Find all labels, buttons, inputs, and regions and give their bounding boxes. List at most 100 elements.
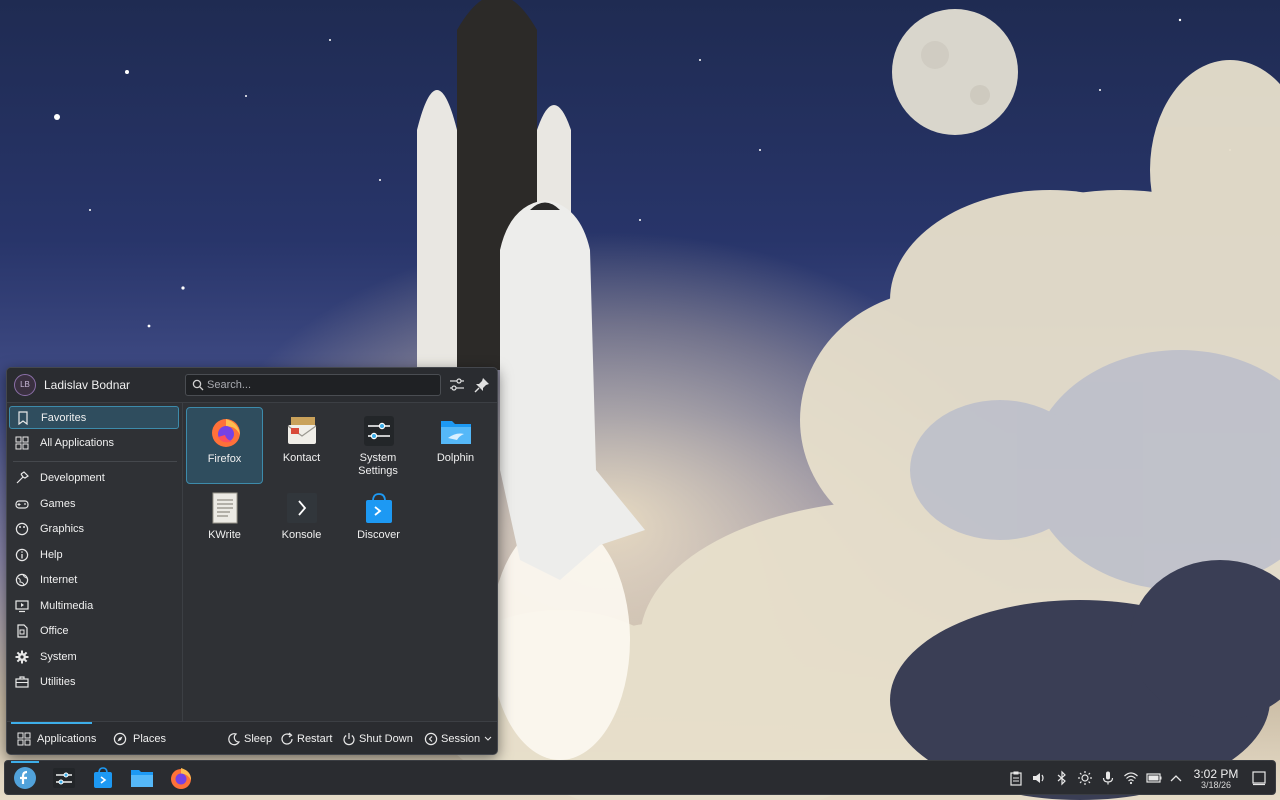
- sidebar-item-label: Games: [40, 498, 76, 510]
- sidebar-item-office[interactable]: Office: [9, 620, 179, 643]
- microphone-icon[interactable]: [1100, 770, 1116, 786]
- clock-date[interactable]: 3/18/26: [1191, 780, 1241, 790]
- sidebar-item-label: Favorites: [41, 412, 87, 424]
- app-label: System Settings: [358, 452, 398, 477]
- app-label: Kontact: [282, 452, 321, 464]
- shopping-bag-icon: [366, 493, 392, 523]
- restart-icon: [281, 732, 293, 745]
- taskbar-discover[interactable]: [85, 761, 121, 794]
- tab-applications[interactable]: Applications: [11, 722, 96, 754]
- chevron-down-icon: [484, 736, 492, 741]
- wifi-icon[interactable]: [1123, 770, 1139, 786]
- launcher-button[interactable]: [7, 761, 43, 794]
- sidebar-item-label: Development: [40, 472, 105, 484]
- tab-places[interactable]: Places: [107, 722, 169, 754]
- app-label: KWrite: [208, 529, 241, 541]
- taskbar-system-settings[interactable]: [46, 761, 82, 794]
- moon-icon: [228, 733, 241, 746]
- brightness-icon[interactable]: [1077, 770, 1093, 786]
- app-system-settings[interactable]: System Settings: [340, 407, 417, 484]
- button-label: Sleep: [244, 733, 273, 745]
- grid-icon: [17, 732, 31, 746]
- sidebar-item-favorites[interactable]: Favorites: [9, 406, 179, 429]
- sidebar-item-label: Help: [40, 549, 63, 561]
- chevron-up-icon[interactable]: [1168, 770, 1184, 786]
- sidebar-item-games[interactable]: Games: [9, 493, 179, 516]
- pin-icon[interactable]: [473, 376, 491, 394]
- clock-time[interactable]: 3:02 PM: [1191, 767, 1241, 781]
- tab-label: Places: [133, 733, 167, 745]
- chevron-left-circle-icon: [424, 732, 438, 746]
- button-label: Session: [441, 733, 481, 745]
- bluetooth-icon[interactable]: [1054, 770, 1070, 786]
- sidebar-item-label: Office: [40, 625, 69, 637]
- sleep-button[interactable]: Sleep: [227, 722, 277, 754]
- app-firefox[interactable]: Firefox: [186, 407, 263, 484]
- app-kontact[interactable]: Kontact: [263, 407, 340, 484]
- power-icon: [343, 733, 355, 746]
- sidebar-item-label: Multimedia: [40, 600, 94, 612]
- button-label: Shut Down: [359, 733, 413, 745]
- sidebar-item-system[interactable]: System: [9, 646, 179, 669]
- sidebar-item-label: Graphics: [40, 523, 85, 535]
- battery-icon[interactable]: [1146, 770, 1162, 786]
- compass-icon: [113, 732, 127, 746]
- launcher-footer: Applications Places Sleep Restart Shut D…: [7, 721, 497, 754]
- sidebar-item-help[interactable]: Help: [9, 544, 179, 567]
- text-editor-icon: [212, 492, 238, 524]
- system-settings-icon: [53, 768, 75, 788]
- category-sidebar: Favorites All Applications Development G…: [7, 403, 183, 721]
- user-name: Ladislav Bodnar: [44, 378, 131, 392]
- sidebar-item-multimedia[interactable]: Multimedia: [9, 595, 179, 618]
- sidebar-divider: [13, 461, 177, 462]
- taskbar-dolphin[interactable]: [124, 761, 160, 794]
- shopping-bag-icon: [94, 767, 112, 788]
- app-label: Dolphin: [436, 452, 475, 464]
- app-discover[interactable]: Discover: [340, 484, 417, 561]
- favorites-grid: Firefox Kontact System Settings Dolphin …: [185, 406, 497, 718]
- sidebar-item-development[interactable]: Development: [9, 467, 179, 490]
- app-dolphin[interactable]: Dolphin: [417, 407, 494, 484]
- terminal-icon: [287, 493, 317, 523]
- palette-icon: [15, 522, 29, 536]
- application-launcher: LB Ladislav Bodnar Favorites: [6, 367, 498, 755]
- launcher-header: LB Ladislav Bodnar: [7, 368, 497, 403]
- volume-icon[interactable]: [1031, 770, 1047, 786]
- toolbox-icon: [15, 676, 29, 688]
- taskbar-firefox[interactable]: [163, 761, 199, 794]
- globe-icon: [15, 573, 29, 587]
- document-icon: [17, 624, 28, 638]
- gamepad-icon: [15, 500, 29, 509]
- folder-icon: [131, 770, 153, 787]
- search-input[interactable]: [207, 377, 435, 393]
- firefox-icon: [171, 768, 191, 789]
- hammer-icon: [16, 471, 29, 484]
- sidebar-item-label: All Applications: [40, 437, 114, 449]
- sidebar-item-all-applications[interactable]: All Applications: [9, 432, 179, 455]
- app-label: Konsole: [281, 529, 322, 541]
- sidebar-item-label: Utilities: [40, 676, 76, 688]
- restart-button[interactable]: Restart: [280, 722, 338, 754]
- search-field[interactable]: [185, 374, 441, 396]
- taskbar-panel: 3:02 PM 3/18/26: [4, 760, 1276, 795]
- app-label: Discover: [357, 529, 400, 541]
- session-button[interactable]: Session: [424, 722, 494, 754]
- gear-icon: [15, 650, 29, 664]
- button-label: Restart: [297, 733, 333, 745]
- show-desktop-icon[interactable]: [1251, 770, 1267, 786]
- user-avatar[interactable]: LB: [14, 374, 36, 396]
- app-kwrite[interactable]: KWrite: [186, 484, 263, 561]
- kontact-icon: [287, 417, 317, 444]
- sidebar-item-label: System: [40, 651, 77, 663]
- configure-icon[interactable]: [448, 376, 466, 394]
- sidebar-item-internet[interactable]: Internet: [9, 569, 179, 592]
- firefox-icon: [212, 419, 240, 447]
- shut-down-button[interactable]: Shut Down: [342, 722, 417, 754]
- sidebar-item-utilities[interactable]: Utilities: [9, 671, 179, 694]
- app-konsole[interactable]: Konsole: [263, 484, 340, 561]
- folder-icon: [441, 421, 471, 444]
- grid-icon: [15, 436, 29, 450]
- clipboard-icon[interactable]: [1008, 770, 1024, 786]
- fedora-logo-icon: [14, 767, 36, 789]
- sidebar-item-graphics[interactable]: Graphics: [9, 518, 179, 541]
